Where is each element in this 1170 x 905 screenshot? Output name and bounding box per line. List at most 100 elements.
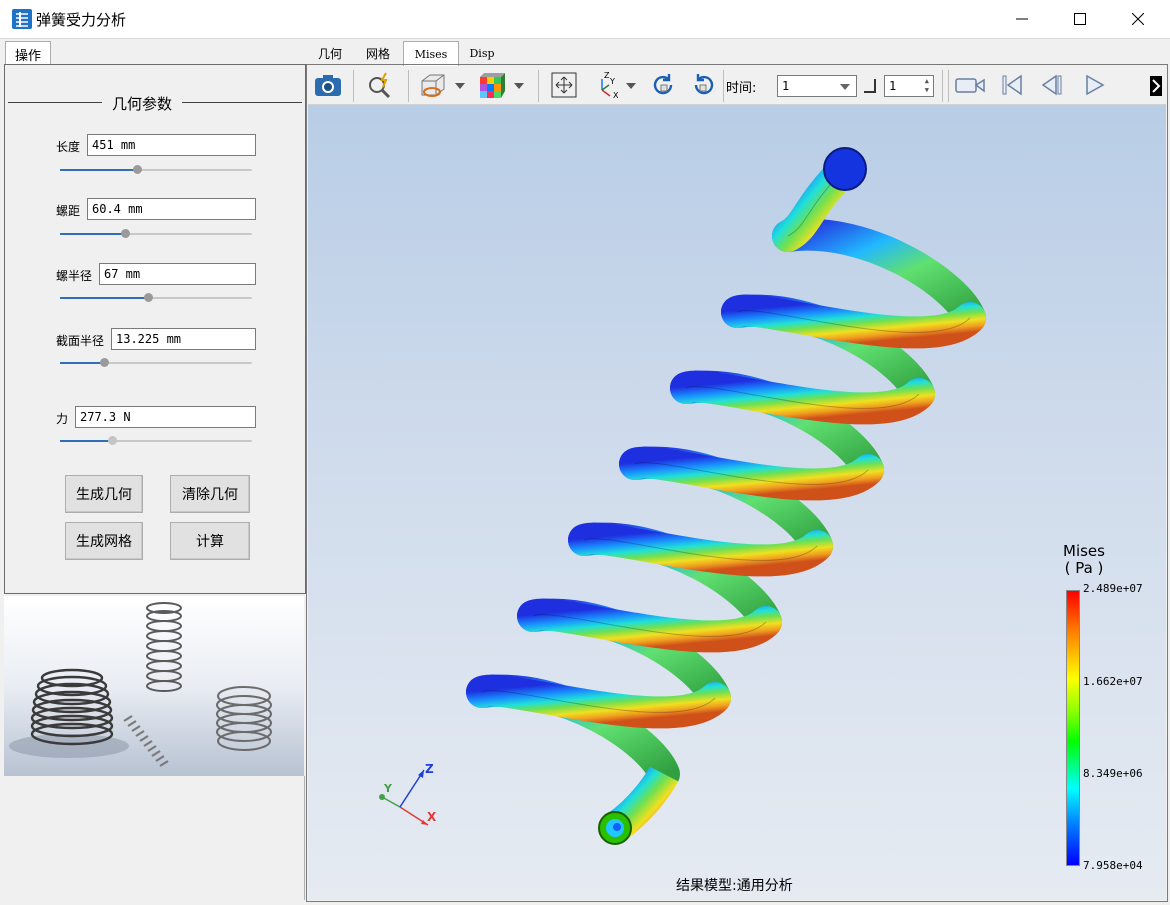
time-select[interactable]: 1 [777, 75, 857, 97]
first-frame-button[interactable] [997, 70, 1027, 100]
tab-geometry[interactable]: 几何 [310, 41, 350, 65]
pitch-label: 螺距 [56, 204, 81, 218]
viewport-caption: 结果模型:通用分析 [676, 878, 793, 894]
3d-viewport[interactable]: Z Y X [308, 105, 1166, 900]
tab-operations[interactable]: 操作 [5, 41, 51, 66]
slider-handle[interactable] [107, 436, 117, 445]
maximize-icon [1074, 13, 1086, 25]
zoom-button[interactable] [365, 70, 395, 100]
first-frame-icon [1002, 74, 1022, 96]
z-axis-label: Z [425, 762, 434, 776]
force-label: 力 [56, 412, 69, 426]
legend-unit: ( Pa ) [1064, 559, 1104, 577]
step-marker-icon [864, 79, 876, 93]
coil-radius-input[interactable]: 67 mm [99, 263, 256, 285]
chevron-down-icon[interactable] [514, 83, 524, 89]
minimize-icon [1016, 18, 1028, 20]
length-input[interactable]: 451 mm [87, 134, 256, 156]
svg-text:X: X [613, 91, 619, 100]
legend-tick-min: 7.958e+04 [1083, 859, 1143, 872]
spin-arrows-icon[interactable]: ▲ ▼ [925, 77, 929, 95]
geometry-group-title: 几何参数 [112, 95, 173, 113]
section-view-button[interactable] [418, 70, 448, 100]
length-slider[interactable] [60, 165, 252, 174]
prev-frame-icon [1041, 74, 1062, 96]
close-icon [1132, 13, 1144, 25]
rotate-right-button[interactable] [689, 70, 719, 100]
time-label: 时间: [726, 81, 757, 96]
x-axis-label: X [427, 810, 437, 824]
colormap-button[interactable] [477, 70, 507, 100]
svg-text:Y: Y [609, 77, 615, 86]
clear-geometry-button[interactable]: 清除几何 [170, 475, 250, 513]
coil-front-segment [619, 446, 884, 501]
rotate-right-icon [694, 74, 714, 95]
time-select-value: 1 [782, 79, 790, 93]
left-empty-area [4, 776, 305, 900]
length-label: 长度 [56, 140, 81, 154]
coil-radius-slider[interactable] [60, 293, 252, 302]
force-slider[interactable] [60, 436, 252, 445]
coil-front-segment [466, 674, 731, 729]
group-divider [8, 102, 102, 103]
section-view-icon [421, 74, 445, 97]
coil-radius-label: 螺半径 [56, 269, 93, 283]
window-title: 弹簧受力分析 [36, 11, 127, 29]
axes-view-button[interactable]: ZYX [594, 70, 624, 100]
record-icon [955, 78, 985, 93]
toolbar-separator [723, 70, 724, 102]
maximize-button[interactable] [1051, 0, 1109, 38]
toolbar-separator [942, 70, 943, 102]
rotate-left-icon [653, 74, 673, 95]
tab-mises[interactable]: Mises [403, 41, 459, 66]
force-input[interactable]: 277.3 N [75, 406, 256, 428]
pitch-slider[interactable] [60, 229, 252, 238]
tab-mesh[interactable]: 网格 [356, 41, 400, 65]
chevron-down-icon[interactable] [840, 84, 850, 90]
coil-front-segment [721, 294, 986, 349]
tab-disp[interactable]: Disp [462, 41, 502, 65]
toolbar-separator [408, 70, 409, 102]
legend-tick: 8.349e+06 [1083, 767, 1143, 780]
section-radius-label: 截面半径 [56, 334, 105, 348]
step-spinbox[interactable]: 1 ▲ ▼ [884, 75, 934, 97]
prev-frame-button[interactable] [1037, 70, 1067, 100]
step-value: 1 [889, 79, 897, 93]
close-button[interactable] [1109, 0, 1167, 38]
colormap-icon [480, 73, 505, 98]
springs-photo [4, 596, 304, 776]
screenshot-button[interactable] [313, 70, 343, 100]
camera-icon [315, 75, 341, 96]
legend-quantity: Mises [1063, 542, 1105, 560]
toolbar-separator [948, 70, 949, 102]
spring-stress-model: Z Y X [379, 147, 986, 845]
minimize-button[interactable] [993, 0, 1051, 38]
chevron-down-icon[interactable] [455, 83, 465, 89]
toolbar-overflow-icon[interactable] [1150, 76, 1162, 96]
legend-tick: 1.662e+07 [1083, 675, 1143, 688]
record-button[interactable] [954, 70, 988, 100]
pitch-input[interactable]: 60.4 mm [87, 198, 256, 220]
coil-front-segment [568, 522, 833, 577]
group-divider [182, 102, 302, 103]
compute-button[interactable]: 计算 [170, 522, 250, 560]
axes-icon: ZYX [601, 71, 619, 100]
section-radius-slider[interactable] [60, 358, 252, 367]
generate-geometry-button[interactable]: 生成几何 [65, 475, 143, 513]
chevron-down-icon[interactable] [626, 83, 636, 89]
y-axis-label: Y [383, 782, 393, 795]
zoom-icon [369, 72, 391, 99]
slider-handle[interactable] [132, 165, 142, 174]
coil-front-segment [670, 370, 935, 425]
legend-tick-max: 2.489e+07 [1083, 582, 1143, 595]
app-icon [12, 9, 32, 29]
section-radius-input[interactable]: 13.225 mm [111, 328, 256, 350]
legend-color-bar [1066, 590, 1080, 866]
play-button[interactable] [1079, 70, 1109, 100]
toolbar-separator [353, 70, 354, 102]
rotate-left-button[interactable] [648, 70, 678, 100]
fit-view-button[interactable] [549, 70, 579, 100]
generate-mesh-button[interactable]: 生成网格 [65, 522, 143, 560]
legend-title: Mises ( Pa ) [1063, 543, 1105, 577]
coil-front-segment [517, 598, 782, 653]
